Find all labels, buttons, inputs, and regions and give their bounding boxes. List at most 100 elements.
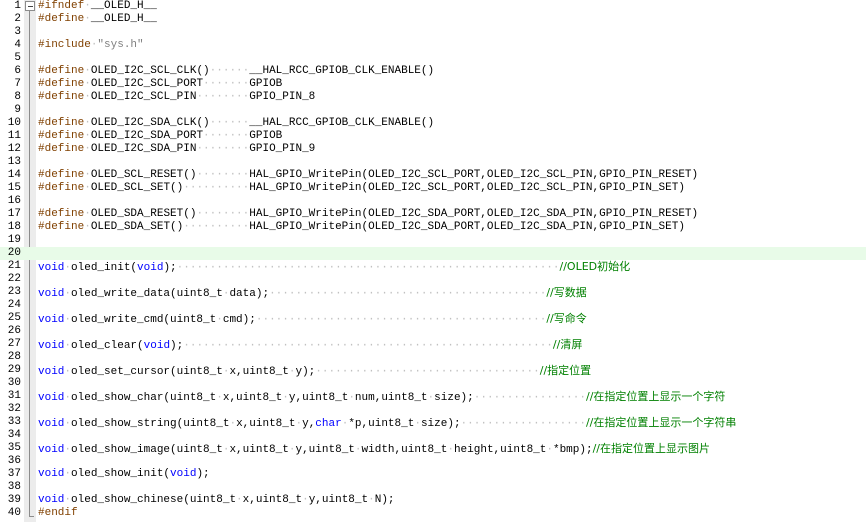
line-number: 18	[7, 221, 21, 233]
code-line[interactable]: 1 #ifndef·__OLED_H__	[0, 0, 866, 13]
code-token: oled_show_chinese(uint8_t	[71, 494, 237, 506]
code-token: OLED_I2C_SCL_CLK()	[90, 65, 210, 77]
preprocessor-token: #define	[38, 117, 85, 129]
line-number: 22	[7, 273, 21, 285]
code-line[interactable]: 36	[0, 455, 866, 468]
line-number: 11	[7, 130, 21, 142]
comment-token: //OLED初始化	[559, 260, 631, 273]
code-line[interactable]: 37 void·oled_show_init(void);	[0, 468, 866, 481]
line-number: 34	[7, 429, 21, 441]
code-line[interactable]: 3	[0, 26, 866, 39]
code-token: HAL_GPIO_WritePin(OLED_I2C_SCL_PORT,OLED…	[249, 182, 685, 194]
code-line[interactable]: 40 #endif	[0, 507, 866, 520]
line-text: #define·OLED_SDA_SET()··········HAL_GPIO…	[38, 221, 685, 234]
code-line[interactable]: 35 void·oled_show_image(uint8_t·x,uint8_t…	[0, 442, 866, 456]
code-token: y,uint8_t	[308, 494, 369, 506]
line-number: 7	[14, 78, 21, 90]
line-number: 38	[7, 481, 21, 493]
code-line[interactable]: 21 void·oled_init(void);·················…	[0, 260, 866, 274]
code-line[interactable]: 34	[0, 429, 866, 442]
code-token: N);	[374, 494, 395, 506]
code-line[interactable]: 23 void·oled_write_data(uint8_t·data);···…	[0, 286, 866, 300]
code-line[interactable]: 5	[0, 52, 866, 65]
code-line[interactable]: 14 #define·OLED_SCL_RESET()········HAL_GP…	[0, 169, 866, 182]
code-lines[interactable]: 1 #ifndef·__OLED_H__ 2 #define·__OLED_H__ 3 4…	[0, 0, 866, 520]
line-number: 16	[7, 195, 21, 207]
whitespace-marker: ·	[84, 0, 91, 12]
line-number: 29	[7, 364, 21, 376]
code-token: OLED_I2C_SCL_PIN	[90, 91, 197, 103]
code-line[interactable]: 7 #define·OLED_I2C_SCL_PORT·······GPIOB	[0, 78, 866, 91]
line-text: #endif	[38, 507, 78, 520]
code-line[interactable]: 2 #define·__OLED_H__	[0, 13, 866, 26]
preprocessor-token: #include	[38, 39, 91, 51]
code-line[interactable]: 31 void·oled_show_char(uint8_t·x,uint8_t·…	[0, 390, 866, 404]
code-line[interactable]: 26	[0, 325, 866, 338]
code-line[interactable]: 28	[0, 351, 866, 364]
line-text: #ifndef·__OLED_H__	[38, 0, 157, 13]
code-line[interactable]: 10 #define·OLED_I2C_SDA_CLK()······__HAL_…	[0, 117, 866, 130]
code-token: GPIOB	[249, 130, 283, 142]
code-line[interactable]: 8 #define·OLED_I2C_SCL_PIN········GPIO_PI…	[0, 91, 866, 104]
code-line[interactable]: 29 void·oled_set_cursor(uint8_t·x,uint8_t…	[0, 364, 866, 378]
line-text: #define·OLED_I2C_SDA_PIN········GPIO_PIN…	[38, 143, 315, 156]
whitespace-marker: ········	[196, 208, 250, 220]
whitespace-marker: ······	[209, 117, 250, 129]
whitespace-marker: ·	[84, 65, 91, 77]
line-number: 35	[7, 442, 21, 454]
whitespace-marker: ·	[84, 221, 91, 233]
code-line[interactable]: 39 void·oled_show_chinese(uint8_t·x,uint8…	[0, 494, 866, 507]
whitespace-marker: ·	[84, 91, 91, 103]
line-text: #define·OLED_SCL_SET()··········HAL_GPIO…	[38, 182, 685, 195]
code-token: __OLED_H__	[90, 0, 157, 12]
code-line[interactable]: 12 #define·OLED_I2C_SDA_PIN········GPIO_P…	[0, 143, 866, 156]
preprocessor-token: #define	[38, 65, 85, 77]
comment-token: //写命令	[546, 312, 587, 325]
code-line[interactable]: 32	[0, 403, 866, 416]
comment-token: //在指定位置上显示一个字符串	[585, 416, 737, 429]
code-line[interactable]: 18 #define·OLED_SDA_SET()··········HAL_GP…	[0, 221, 866, 234]
code-line[interactable]: 38	[0, 481, 866, 494]
code-line[interactable]: 25 void·oled_write_cmd(uint8_t·cmd);·····…	[0, 312, 866, 326]
line-number: 10	[7, 117, 21, 129]
code-token: GPIOB	[249, 78, 283, 90]
code-line[interactable]: 27 void·oled_clear(void);················…	[0, 338, 866, 352]
code-line[interactable]: 19	[0, 234, 866, 247]
line-number: 26	[7, 325, 21, 337]
code-line[interactable]: 6 #define·OLED_I2C_SCL_CLK()······__HAL_R…	[0, 65, 866, 78]
preprocessor-token: #define	[38, 13, 85, 25]
code-line[interactable]: 24	[0, 299, 866, 312]
code-line[interactable]: 16	[0, 195, 866, 208]
line-text: #define·OLED_I2C_SCL_PORT·······GPIOB	[38, 78, 282, 91]
code-line[interactable]: 4 #include·"sys.h"	[0, 39, 866, 52]
code-token: OLED_I2C_SDA_PORT	[90, 130, 204, 142]
code-token: OLED_I2C_SDA_PIN	[90, 143, 197, 155]
code-line[interactable]: 33 void·oled_show_string(uint8_t·x,uint8_…	[0, 416, 866, 430]
line-number: 15	[7, 182, 21, 194]
line-text: void·oled_show_init(void);	[38, 468, 210, 481]
code-token: __HAL_RCC_GPIOB_CLK_ENABLE()	[249, 65, 435, 77]
code-editor[interactable]: 1 #ifndef·__OLED_H__ 2 #define·__OLED_H__ 3 4…	[0, 0, 866, 522]
code-line[interactable]: 17 #define·OLED_SDA_RESET()········HAL_GP…	[0, 208, 866, 221]
line-text: #define·__OLED_H__	[38, 13, 157, 26]
code-token: GPIO_PIN_9	[249, 143, 316, 155]
code-line[interactable]: 13	[0, 156, 866, 169]
code-line[interactable]: 20	[0, 247, 866, 260]
line-number: 32	[7, 403, 21, 415]
code-line[interactable]: 22	[0, 273, 866, 286]
code-token: OLED_I2C_SCL_PORT	[90, 78, 204, 90]
code-token: OLED_I2C_SDA_CLK()	[90, 117, 210, 129]
line-number: 19	[7, 234, 21, 246]
keyword-token: void	[38, 468, 65, 480]
line-number: 20	[7, 247, 21, 259]
code-line[interactable]: 11 #define·OLED_I2C_SDA_PORT·······GPIOB	[0, 130, 866, 143]
code-line[interactable]: 15 #define·OLED_SCL_SET()··········HAL_GP…	[0, 182, 866, 195]
preprocessor-token: #define	[38, 169, 85, 181]
code-token: __OLED_H__	[90, 13, 157, 25]
line-number: 24	[7, 299, 21, 311]
code-line[interactable]: 9	[0, 104, 866, 117]
comment-token: //清屏	[552, 338, 583, 351]
code-line[interactable]: 30	[0, 377, 866, 390]
whitespace-marker: ·	[84, 13, 91, 25]
whitespace-marker: ·	[236, 494, 243, 506]
